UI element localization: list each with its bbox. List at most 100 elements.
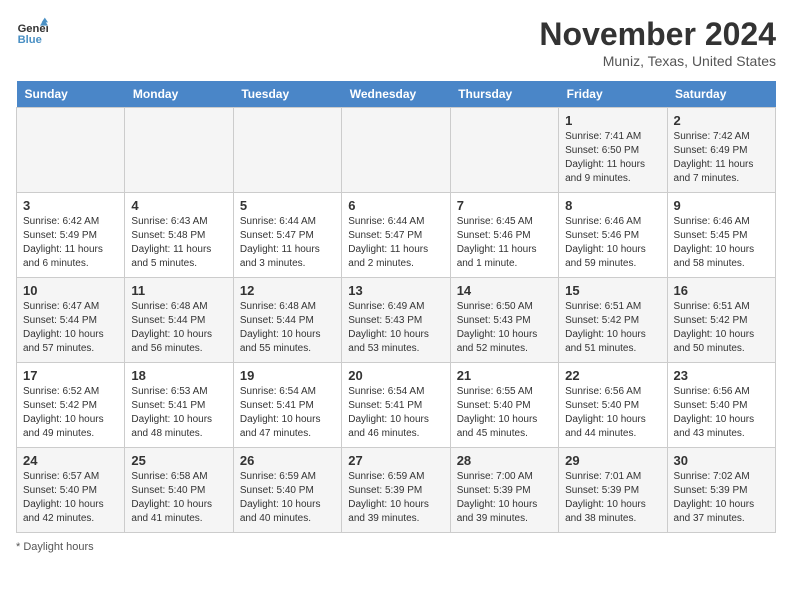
day-number: 1	[565, 113, 660, 128]
calendar-cell: 17 Sunrise: 6:52 AM Sunset: 5:42 PM Dayli…	[17, 363, 125, 448]
day-number: 29	[565, 453, 660, 468]
day-info: Sunrise: 6:54 AM Sunset: 5:41 PM Dayligh…	[240, 385, 335, 441]
day-number: 6	[348, 198, 443, 213]
day-info: Sunrise: 6:58 AM Sunset: 5:40 PM Dayligh…	[131, 470, 226, 526]
day-number: 16	[674, 283, 769, 298]
day-info: Sunrise: 6:44 AM Sunset: 5:47 PM Dayligh…	[348, 215, 443, 271]
day-info: Sunrise: 6:52 AM Sunset: 5:42 PM Dayligh…	[23, 385, 118, 441]
day-number: 18	[131, 368, 226, 383]
calendar-cell: 25 Sunrise: 6:58 AM Sunset: 5:40 PM Dayli…	[125, 448, 233, 533]
day-info: Sunrise: 6:51 AM Sunset: 5:42 PM Dayligh…	[674, 300, 769, 356]
day-info: Sunrise: 7:02 AM Sunset: 5:39 PM Dayligh…	[674, 470, 769, 526]
header-day-monday: Monday	[125, 81, 233, 108]
calendar-cell: 23Sunrise: 6:56 AM Sunset: 5:40 PM Dayli…	[667, 363, 775, 448]
footer-note-text: Daylight hours	[23, 541, 93, 553]
day-number: 5	[240, 198, 335, 213]
footer-note: * Daylight hours	[16, 541, 776, 553]
day-info: Sunrise: 6:48 AM Sunset: 5:44 PM Dayligh…	[131, 300, 226, 356]
day-info: Sunrise: 6:57 AM Sunset: 5:40 PM Dayligh…	[23, 470, 118, 526]
day-number: 10	[23, 283, 118, 298]
calendar-cell	[125, 108, 233, 193]
day-info: Sunrise: 6:53 AM Sunset: 5:41 PM Dayligh…	[131, 385, 226, 441]
calendar-cell: 10 Sunrise: 6:47 AM Sunset: 5:44 PM Dayli…	[17, 278, 125, 363]
day-info: Sunrise: 6:45 AM Sunset: 5:46 PM Dayligh…	[457, 215, 552, 271]
calendar-cell: 7Sunrise: 6:45 AM Sunset: 5:46 PM Daylig…	[450, 193, 558, 278]
calendar-week-4: 17 Sunrise: 6:52 AM Sunset: 5:42 PM Dayli…	[17, 363, 776, 448]
day-info: Sunrise: 7:41 AM Sunset: 6:50 PM Dayligh…	[565, 130, 660, 186]
day-number: 25	[131, 453, 226, 468]
calendar-cell: 22 Sunrise: 6:56 AM Sunset: 5:40 PM Dayli…	[559, 363, 667, 448]
calendar-cell	[17, 108, 125, 193]
header-day-wednesday: Wednesday	[342, 81, 450, 108]
header-day-tuesday: Tuesday	[233, 81, 341, 108]
day-number: 28	[457, 453, 552, 468]
calendar-cell: 19 Sunrise: 6:54 AM Sunset: 5:41 PM Dayli…	[233, 363, 341, 448]
day-info: Sunrise: 7:01 AM Sunset: 5:39 PM Dayligh…	[565, 470, 660, 526]
day-number: 26	[240, 453, 335, 468]
day-number: 17	[23, 368, 118, 383]
calendar-cell: 26 Sunrise: 6:59 AM Sunset: 5:40 PM Dayli…	[233, 448, 341, 533]
calendar-cell	[233, 108, 341, 193]
calendar-cell: 2Sunrise: 7:42 AM Sunset: 6:49 PM Daylig…	[667, 108, 775, 193]
day-number: 22	[565, 368, 660, 383]
day-number: 9	[674, 198, 769, 213]
calendar-cell: 24Sunrise: 6:57 AM Sunset: 5:40 PM Dayli…	[17, 448, 125, 533]
header: General Blue November 2024 Muniz, Texas,…	[16, 16, 776, 69]
header-day-saturday: Saturday	[667, 81, 775, 108]
calendar-week-5: 24Sunrise: 6:57 AM Sunset: 5:40 PM Dayli…	[17, 448, 776, 533]
calendar-cell: 16 Sunrise: 6:51 AM Sunset: 5:42 PM Dayli…	[667, 278, 775, 363]
calendar-header-row: SundayMondayTuesdayWednesdayThursdayFrid…	[17, 81, 776, 108]
day-info: Sunrise: 6:43 AM Sunset: 5:48 PM Dayligh…	[131, 215, 226, 271]
calendar-cell: 29 Sunrise: 7:01 AM Sunset: 5:39 PM Dayli…	[559, 448, 667, 533]
calendar-cell: 14 Sunrise: 6:50 AM Sunset: 5:43 PM Dayli…	[450, 278, 558, 363]
calendar-cell	[450, 108, 558, 193]
calendar-cell: 15Sunrise: 6:51 AM Sunset: 5:42 PM Dayli…	[559, 278, 667, 363]
calendar-cell: 11Sunrise: 6:48 AM Sunset: 5:44 PM Dayli…	[125, 278, 233, 363]
day-number: 13	[348, 283, 443, 298]
day-info: Sunrise: 6:46 AM Sunset: 5:46 PM Dayligh…	[565, 215, 660, 271]
calendar-table: SundayMondayTuesdayWednesdayThursdayFrid…	[16, 81, 776, 533]
calendar-cell: 3 Sunrise: 6:42 AM Sunset: 5:49 PM Daylig…	[17, 193, 125, 278]
calendar-cell: 4 Sunrise: 6:43 AM Sunset: 5:48 PM Daylig…	[125, 193, 233, 278]
day-number: 19	[240, 368, 335, 383]
header-day-friday: Friday	[559, 81, 667, 108]
calendar-week-1: 1 Sunrise: 7:41 AM Sunset: 6:50 PM Daylig…	[17, 108, 776, 193]
day-info: Sunrise: 6:59 AM Sunset: 5:40 PM Dayligh…	[240, 470, 335, 526]
day-number: 2	[674, 113, 769, 128]
day-number: 8	[565, 198, 660, 213]
calendar-cell: 9Sunrise: 6:46 AM Sunset: 5:45 PM Daylig…	[667, 193, 775, 278]
day-number: 12	[240, 283, 335, 298]
calendar-cell: 27 Sunrise: 6:59 AM Sunset: 5:39 PM Dayli…	[342, 448, 450, 533]
logo: General Blue	[16, 16, 48, 48]
day-info: Sunrise: 6:42 AM Sunset: 5:49 PM Dayligh…	[23, 215, 118, 271]
calendar-cell: 6 Sunrise: 6:44 AM Sunset: 5:47 PM Daylig…	[342, 193, 450, 278]
day-number: 30	[674, 453, 769, 468]
day-info: Sunrise: 6:44 AM Sunset: 5:47 PM Dayligh…	[240, 215, 335, 271]
day-number: 15	[565, 283, 660, 298]
header-day-thursday: Thursday	[450, 81, 558, 108]
day-number: 3	[23, 198, 118, 213]
month-title: November 2024	[539, 16, 776, 53]
calendar-cell	[342, 108, 450, 193]
day-number: 4	[131, 198, 226, 213]
calendar-cell: 30 Sunrise: 7:02 AM Sunset: 5:39 PM Dayli…	[667, 448, 775, 533]
day-info: Sunrise: 6:47 AM Sunset: 5:44 PM Dayligh…	[23, 300, 118, 356]
calendar-cell: 13 Sunrise: 6:49 AM Sunset: 5:43 PM Dayli…	[342, 278, 450, 363]
location: Muniz, Texas, United States	[539, 53, 776, 69]
calendar-cell: 18 Sunrise: 6:53 AM Sunset: 5:41 PM Dayli…	[125, 363, 233, 448]
calendar-cell: 21Sunrise: 6:55 AM Sunset: 5:40 PM Dayli…	[450, 363, 558, 448]
svg-text:Blue: Blue	[18, 34, 42, 46]
day-info: Sunrise: 6:56 AM Sunset: 5:40 PM Dayligh…	[674, 385, 769, 441]
day-number: 20	[348, 368, 443, 383]
title-area: November 2024 Muniz, Texas, United State…	[539, 16, 776, 69]
day-info: Sunrise: 6:49 AM Sunset: 5:43 PM Dayligh…	[348, 300, 443, 356]
calendar-week-2: 3 Sunrise: 6:42 AM Sunset: 5:49 PM Daylig…	[17, 193, 776, 278]
day-number: 14	[457, 283, 552, 298]
day-number: 21	[457, 368, 552, 383]
day-number: 27	[348, 453, 443, 468]
header-day-sunday: Sunday	[17, 81, 125, 108]
calendar-cell: 5 Sunrise: 6:44 AM Sunset: 5:47 PM Daylig…	[233, 193, 341, 278]
day-info: Sunrise: 6:50 AM Sunset: 5:43 PM Dayligh…	[457, 300, 552, 356]
day-info: Sunrise: 6:59 AM Sunset: 5:39 PM Dayligh…	[348, 470, 443, 526]
day-info: Sunrise: 6:56 AM Sunset: 5:40 PM Dayligh…	[565, 385, 660, 441]
